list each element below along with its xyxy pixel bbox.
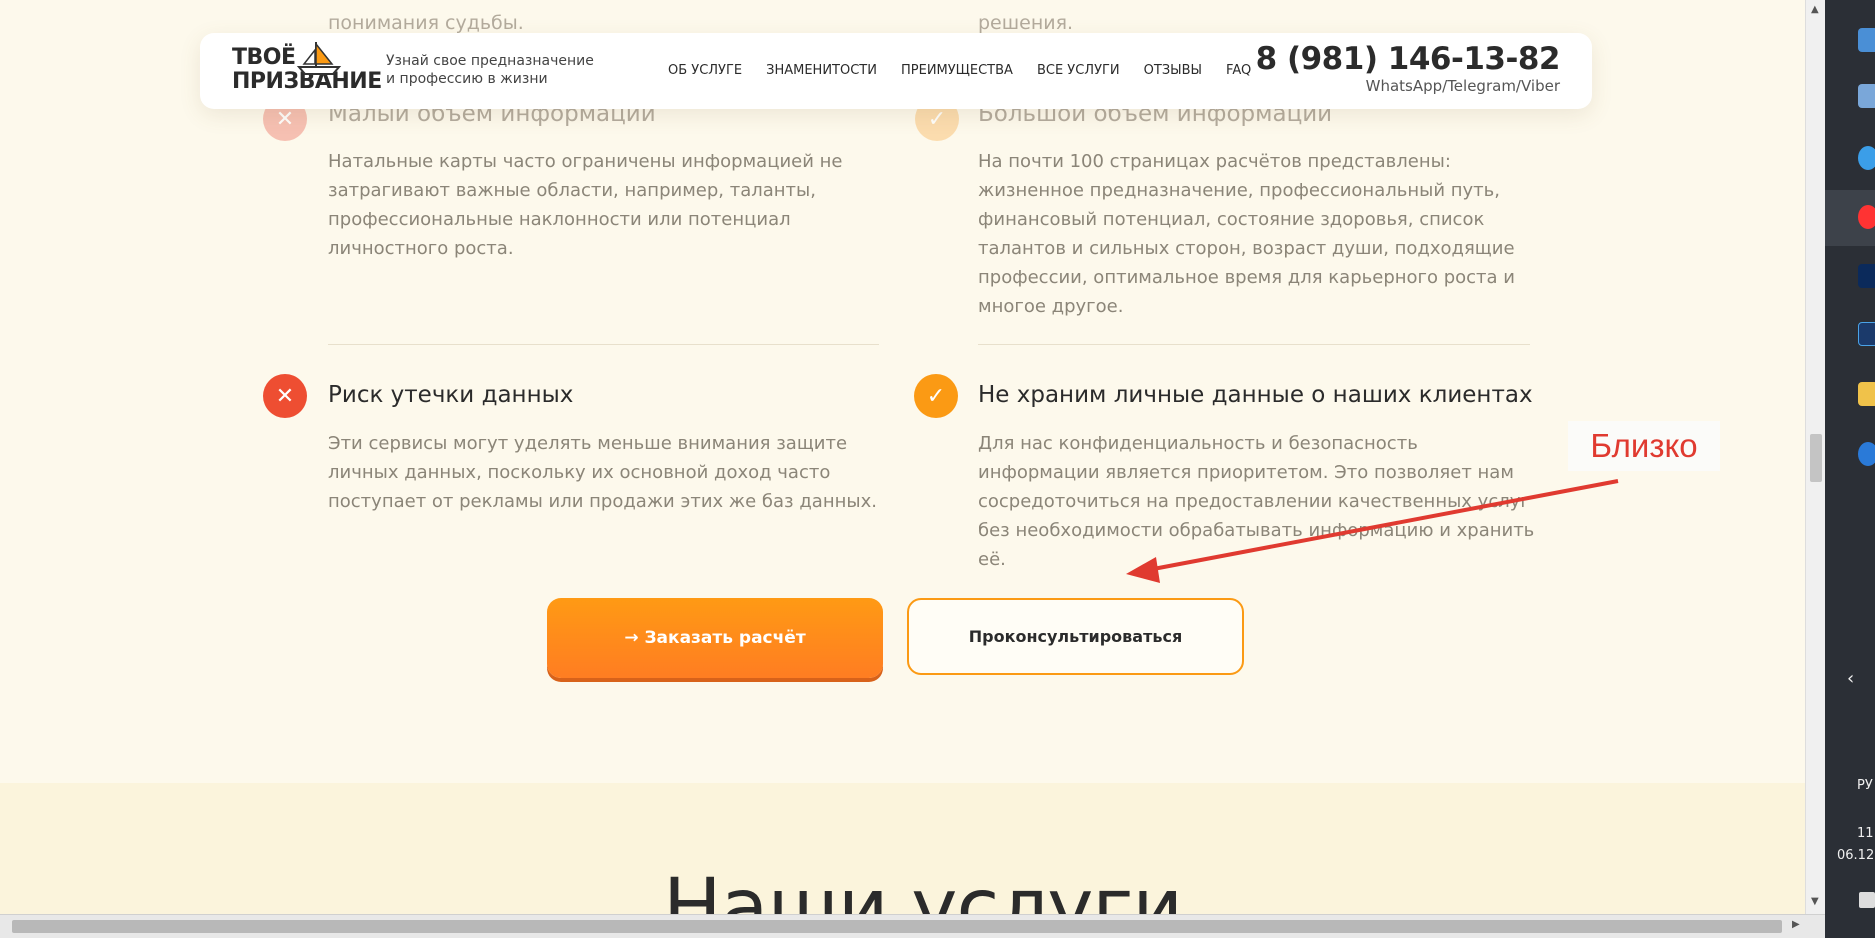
clock-time[interactable]: 11: bbox=[1857, 826, 1875, 841]
chevron-left-icon[interactable]: ‹ bbox=[1847, 668, 1854, 689]
nav-advantages[interactable]: ПРЕИМУЩЕСТВА bbox=[901, 63, 1013, 78]
clock-date[interactable]: 06.12. bbox=[1837, 848, 1875, 863]
notification-icon[interactable] bbox=[1859, 892, 1875, 908]
scroll-right-icon[interactable]: ▶ bbox=[1792, 919, 1800, 930]
folder-icon[interactable] bbox=[1858, 382, 1875, 406]
vscode-icon[interactable] bbox=[1858, 322, 1875, 346]
scroll-up-icon[interactable]: ▲ bbox=[1811, 4, 1819, 15]
nav-all-services[interactable]: ВСЕ УСЛУГИ bbox=[1037, 63, 1120, 78]
scrollbar-thumb[interactable] bbox=[1810, 434, 1822, 482]
web-page: понимания судьбы. решения. ✕ Малый объем… bbox=[0, 0, 1805, 914]
phone-block: 8 (981) 146-13-82 WhatsApp/Telegram/Vibe… bbox=[1256, 41, 1561, 95]
network-icon[interactable] bbox=[1858, 84, 1875, 108]
tagline-line-1: Узнай свое предназначение bbox=[386, 53, 594, 69]
photoshop-icon[interactable] bbox=[1858, 264, 1875, 288]
phone-number[interactable]: 8 (981) 146-13-82 bbox=[1256, 41, 1561, 77]
main-nav: ОБ УСЛУГЕ ЗНАМЕНИТОСТИ ПРЕИМУЩЕСТВА ВСЕ … bbox=[668, 63, 1275, 78]
nav-about[interactable]: ОБ УСЛУГЕ bbox=[668, 63, 742, 78]
vertical-scrollbar[interactable]: ▲ ▼ bbox=[1805, 0, 1825, 914]
app-24-icon[interactable] bbox=[1858, 146, 1875, 170]
nav-faq[interactable]: FAQ bbox=[1226, 63, 1251, 78]
scroll-down-icon[interactable]: ▼ bbox=[1811, 896, 1819, 907]
boat-icon bbox=[296, 41, 342, 75]
tagline-line-2: и профессию в жизни bbox=[386, 71, 548, 87]
computer-icon[interactable] bbox=[1858, 28, 1875, 52]
site-logo[interactable]: ТВОЁ ПРИЗВАНИЕ bbox=[232, 41, 382, 96]
scrollbar-thumb[interactable] bbox=[12, 920, 1782, 933]
tagline: Узнай свое предназначение и профессию в … bbox=[386, 52, 594, 88]
nav-celebrities[interactable]: ЗНАМЕНИТОСТИ bbox=[766, 63, 877, 78]
onedrive-icon[interactable] bbox=[1858, 442, 1875, 466]
nav-reviews[interactable]: ОТЗЫВЫ bbox=[1144, 63, 1202, 78]
yandex-browser-icon[interactable] bbox=[1858, 205, 1875, 229]
horizontal-scrollbar[interactable]: ▶ bbox=[0, 914, 1825, 938]
keyboard-language[interactable]: РУ bbox=[1857, 778, 1873, 793]
site-header: ТВОЁ ПРИЗВАНИЕ Узнай свое предназначение… bbox=[200, 33, 1592, 109]
messengers: WhatsApp/Telegram/Viber bbox=[1365, 77, 1560, 95]
annotation-arrow-icon bbox=[1126, 479, 1619, 583]
os-taskbar: ‹ РУ 11: 06.12. bbox=[1825, 0, 1875, 938]
